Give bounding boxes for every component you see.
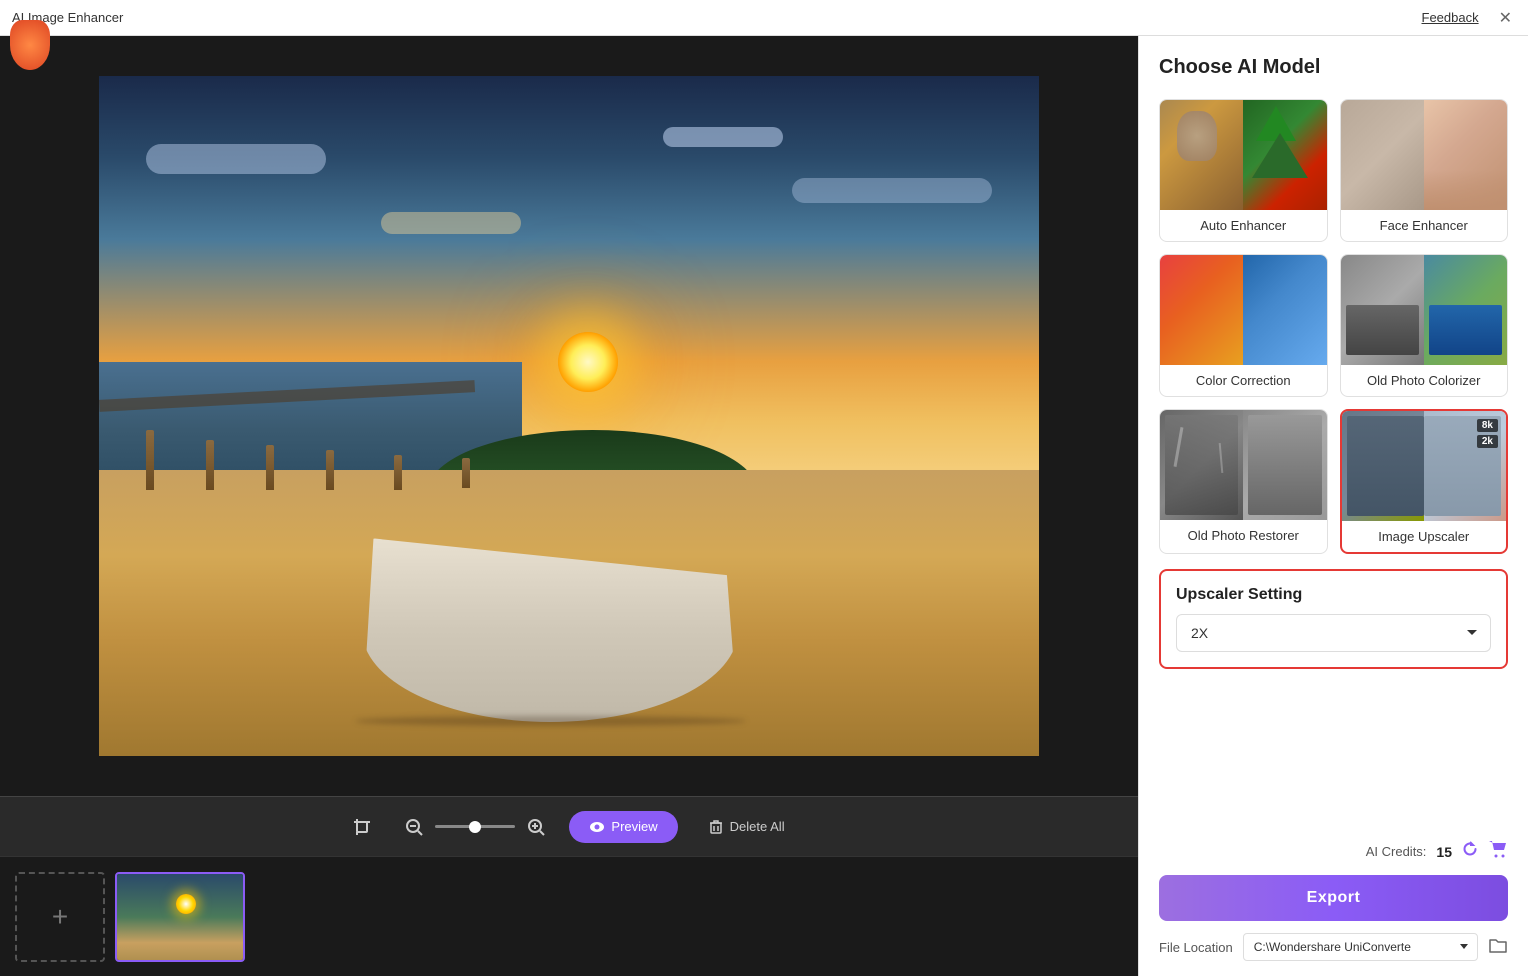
upscaler-left bbox=[1342, 411, 1424, 521]
trash-icon bbox=[708, 819, 724, 835]
8k-label: 8k bbox=[1477, 419, 1498, 432]
zoom-in-button[interactable] bbox=[523, 814, 549, 840]
right-panel: Choose AI Model Auto Enhancer bbox=[1138, 36, 1528, 976]
cloud4 bbox=[381, 212, 521, 234]
eye-icon bbox=[589, 819, 605, 835]
restored-building bbox=[1248, 415, 1321, 515]
upscaler-dropdown[interactable]: 2X 4X 8X bbox=[1176, 614, 1491, 652]
boat-shadow bbox=[355, 716, 746, 726]
colored-car bbox=[1429, 305, 1502, 355]
old-car bbox=[1346, 305, 1419, 355]
fence-post bbox=[266, 445, 274, 490]
model-card-image-upscaler[interactable]: 8k 2k Image Upscaler bbox=[1340, 409, 1509, 554]
auto-right bbox=[1243, 100, 1326, 210]
credits-row: AI Credits: 15 bbox=[1159, 840, 1508, 863]
2k-label: 2k bbox=[1477, 435, 1498, 448]
auto-left bbox=[1160, 100, 1243, 210]
export-button[interactable]: Export bbox=[1159, 875, 1508, 921]
bottom-section: AI Credits: 15 Export bbox=[1139, 825, 1528, 976]
upscaler-right: 8k 2k bbox=[1424, 411, 1506, 521]
main-canvas bbox=[99, 76, 1039, 756]
zoom-out-icon bbox=[405, 818, 423, 836]
face-enhancer-label: Face Enhancer bbox=[1341, 210, 1508, 241]
file-location-row: File Location C:\Wondershare UniConverte bbox=[1159, 933, 1508, 961]
refresh-credits-button[interactable] bbox=[1462, 841, 1478, 862]
xmas-tree-base bbox=[1252, 133, 1308, 178]
zoom-out-button[interactable] bbox=[401, 814, 427, 840]
right-panel-header: Choose AI Model bbox=[1139, 36, 1528, 89]
restorer-right bbox=[1243, 410, 1326, 520]
folder-icon[interactable] bbox=[1488, 936, 1508, 959]
preview-button[interactable]: Preview bbox=[569, 811, 677, 843]
feedback-link[interactable]: Feedback bbox=[1422, 10, 1479, 25]
title-bar: AI Image Enhancer Feedback ✕ bbox=[0, 0, 1528, 36]
beach-scene bbox=[99, 76, 1039, 756]
color-left bbox=[1160, 255, 1243, 365]
main-content: Preview Delete All + bbox=[0, 36, 1528, 976]
zoom-control bbox=[401, 814, 549, 840]
canvas-toolbar: Preview Delete All bbox=[0, 796, 1138, 856]
thumbnail-item[interactable] bbox=[115, 872, 245, 962]
model-card-auto-enhancer[interactable]: Auto Enhancer bbox=[1159, 99, 1328, 242]
old-photo-colorizer-image bbox=[1341, 255, 1508, 365]
old-photo-colorizer-label: Old Photo Colorizer bbox=[1341, 365, 1508, 396]
cloud1 bbox=[146, 144, 326, 174]
zoom-slider[interactable] bbox=[435, 825, 515, 828]
thumbnail-sun bbox=[176, 894, 196, 914]
boat-container bbox=[362, 518, 738, 722]
face-color bbox=[1424, 100, 1507, 210]
upscaler-setting-panel: Upscaler Setting 2X 4X 8X bbox=[1159, 569, 1508, 669]
crop-button[interactable] bbox=[343, 812, 381, 842]
resolution-labels: 8k 2k bbox=[1477, 419, 1498, 448]
old-photo-restorer-label: Old Photo Restorer bbox=[1160, 520, 1327, 551]
fence-post bbox=[146, 430, 154, 490]
ai-models-grid: Auto Enhancer Face Enhancer bbox=[1139, 89, 1528, 569]
model-card-old-photo-restorer[interactable]: Old Photo Restorer bbox=[1159, 409, 1328, 554]
auto-enhancer-image bbox=[1160, 100, 1327, 210]
upscaler-scene-left bbox=[1347, 416, 1424, 516]
thumbnail-image bbox=[117, 874, 243, 960]
fence-post bbox=[462, 458, 470, 488]
canvas-image-container bbox=[0, 36, 1138, 796]
image-upscaler-image: 8k 2k bbox=[1342, 411, 1507, 521]
color-right bbox=[1243, 255, 1326, 365]
model-card-old-photo-colorizer[interactable]: Old Photo Colorizer bbox=[1340, 254, 1509, 397]
canvas-area: Preview Delete All + bbox=[0, 36, 1138, 976]
cat-head bbox=[1177, 111, 1217, 161]
thumbnail-strip: + bbox=[0, 856, 1138, 976]
model-card-face-enhancer[interactable]: Face Enhancer bbox=[1340, 99, 1509, 242]
upscaler-setting-title: Upscaler Setting bbox=[1176, 586, 1491, 604]
close-button[interactable]: ✕ bbox=[1495, 8, 1516, 28]
title-bar-right: Feedback ✕ bbox=[1422, 8, 1517, 28]
auto-enhancer-label: Auto Enhancer bbox=[1160, 210, 1327, 241]
file-location-label: File Location bbox=[1159, 940, 1233, 955]
old-photo-restorer-image bbox=[1160, 410, 1327, 520]
add-image-button[interactable]: + bbox=[15, 872, 105, 962]
colorizer-left bbox=[1341, 255, 1424, 365]
fence-post bbox=[394, 455, 402, 490]
model-card-color-correction[interactable]: Color Correction bbox=[1159, 254, 1328, 397]
credits-count: 15 bbox=[1436, 844, 1452, 860]
fence-post bbox=[326, 450, 334, 490]
color-correction-label: Color Correction bbox=[1160, 365, 1327, 396]
cloud2 bbox=[663, 127, 783, 147]
face-enhancer-image bbox=[1341, 100, 1508, 210]
face-bw bbox=[1341, 100, 1424, 210]
cloud3 bbox=[792, 178, 992, 203]
restorer-left bbox=[1160, 410, 1243, 520]
cart-button[interactable] bbox=[1488, 840, 1508, 863]
image-upscaler-label: Image Upscaler bbox=[1342, 521, 1507, 552]
crop-icon bbox=[353, 818, 371, 836]
fence-post bbox=[206, 440, 214, 490]
zoom-in-icon bbox=[527, 818, 545, 836]
delete-all-button[interactable]: Delete All bbox=[698, 813, 795, 841]
color-correction-image bbox=[1160, 255, 1327, 365]
choose-ai-title: Choose AI Model bbox=[1159, 56, 1508, 79]
boat bbox=[362, 538, 738, 722]
credits-label: AI Credits: bbox=[1366, 844, 1427, 859]
file-location-dropdown[interactable]: C:\Wondershare UniConverte bbox=[1243, 933, 1478, 961]
colorizer-right bbox=[1424, 255, 1507, 365]
face-gradient bbox=[1424, 170, 1507, 210]
